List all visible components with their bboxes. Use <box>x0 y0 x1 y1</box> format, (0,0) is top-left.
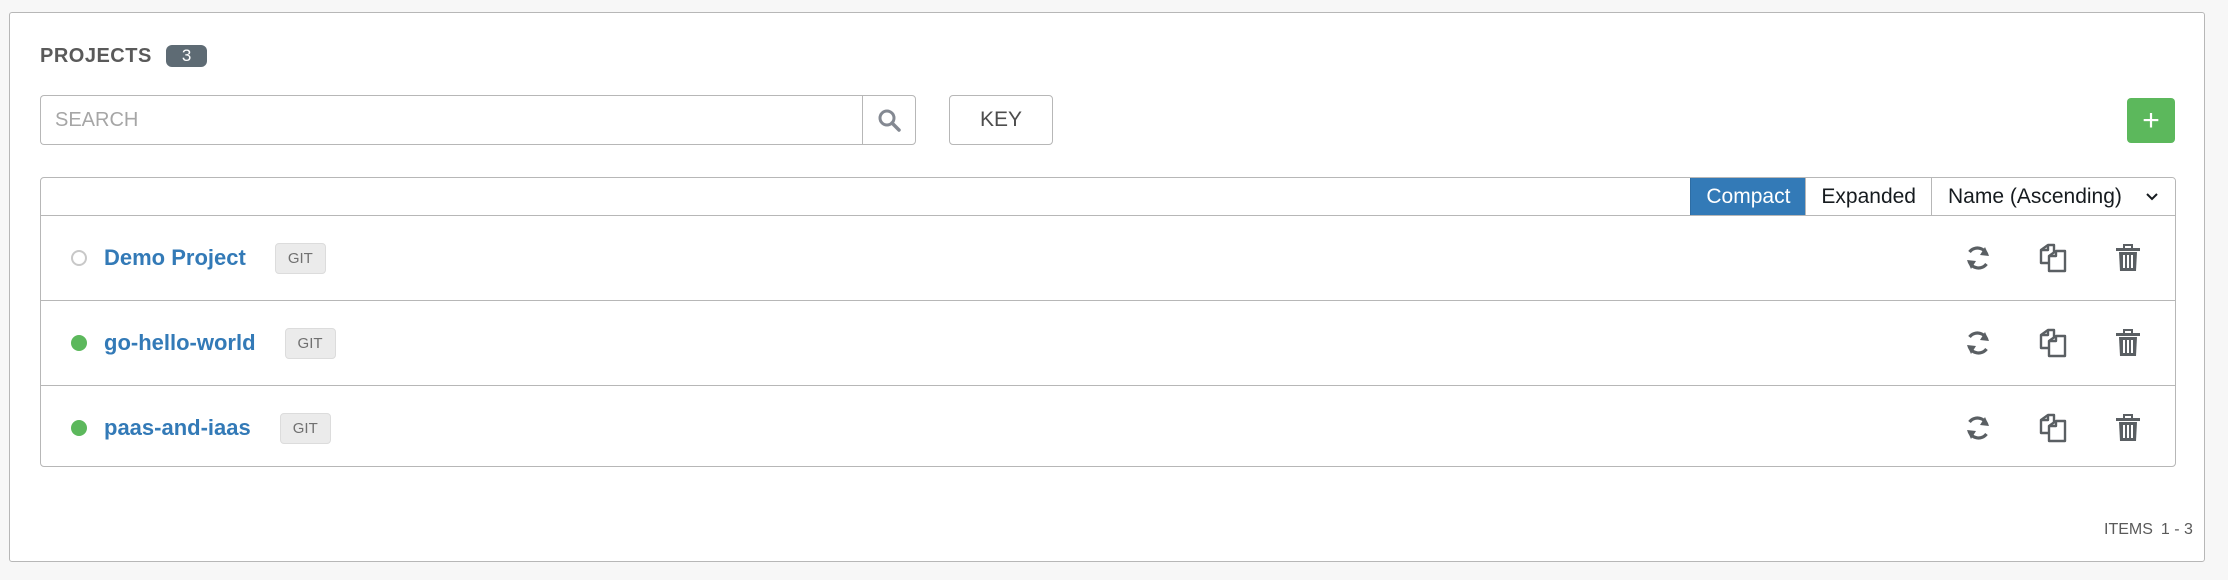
search-button[interactable] <box>862 95 916 145</box>
sort-dropdown[interactable]: Name (Ascending) <box>1931 178 2175 215</box>
row-actions <box>1954 234 2152 282</box>
delete-button[interactable] <box>2104 319 2152 367</box>
status-icon[interactable] <box>71 250 87 266</box>
sync-icon <box>1967 331 1989 355</box>
copy-icon <box>2039 243 2067 273</box>
delete-button[interactable] <box>2104 404 2152 452</box>
sort-label: Name (Ascending) <box>1948 184 2122 208</box>
panel-header: PROJECTS 3 <box>40 41 208 71</box>
trash-icon <box>2116 329 2140 356</box>
row-actions <box>1954 404 2152 452</box>
search-input[interactable] <box>40 95 862 145</box>
compact-view-button[interactable]: Compact <box>1690 178 1806 215</box>
page-title: PROJECTS <box>40 44 152 67</box>
expanded-view-button[interactable]: Expanded <box>1805 178 1931 215</box>
row-main: Demo Project GIT <box>104 242 326 274</box>
sync-icon <box>1967 246 1989 270</box>
pagination-info: ITEMS 1 - 3 <box>2104 521 2193 539</box>
status-icon[interactable] <box>71 420 87 436</box>
copy-button[interactable] <box>2029 234 2077 282</box>
key-button[interactable]: KEY <box>949 95 1053 145</box>
copy-icon <box>2039 328 2067 358</box>
list-toolbar: Compact Expanded Name (Ascending) <box>41 178 2175 216</box>
copy-button[interactable] <box>2029 404 2077 452</box>
chevron-down-icon <box>2146 192 2158 200</box>
sync-button[interactable] <box>1954 319 2002 367</box>
trash-icon <box>2116 244 2140 271</box>
sync-button[interactable] <box>1954 404 2002 452</box>
delete-button[interactable] <box>2104 234 2152 282</box>
projects-panel: PROJECTS 3 KEY + Compact Expanded Name (… <box>9 12 2205 562</box>
sync-button[interactable] <box>1954 234 2002 282</box>
pagination-range: 1 - 3 <box>2160 521 2193 538</box>
copy-icon <box>2039 413 2067 443</box>
count-badge: 3 <box>165 45 208 67</box>
list-item: go-hello-world GIT <box>41 301 2175 386</box>
search-bar <box>40 95 916 145</box>
row-main: go-hello-world GIT <box>104 327 336 359</box>
projects-list: Compact Expanded Name (Ascending) Demo P… <box>40 177 2176 467</box>
row-actions <box>1954 319 2152 367</box>
sync-icon <box>1967 416 1989 440</box>
scm-type-tag: GIT <box>279 412 331 444</box>
list-item: paas-and-iaas GIT <box>41 386 2175 466</box>
search-icon <box>878 109 901 132</box>
status-icon[interactable] <box>71 335 87 351</box>
copy-button[interactable] <box>2029 319 2077 367</box>
add-project-button[interactable]: + <box>2127 98 2175 143</box>
project-name-link[interactable]: paas-and-iaas <box>104 415 251 441</box>
pagination-label: ITEMS <box>2104 521 2153 538</box>
scm-type-tag: GIT <box>274 242 326 274</box>
project-name-link[interactable]: Demo Project <box>104 245 246 271</box>
scm-type-tag: GIT <box>284 327 336 359</box>
row-main: paas-and-iaas GIT <box>104 412 331 444</box>
trash-icon <box>2116 414 2140 441</box>
list-item: Demo Project GIT <box>41 216 2175 301</box>
project-name-link[interactable]: go-hello-world <box>104 330 256 356</box>
